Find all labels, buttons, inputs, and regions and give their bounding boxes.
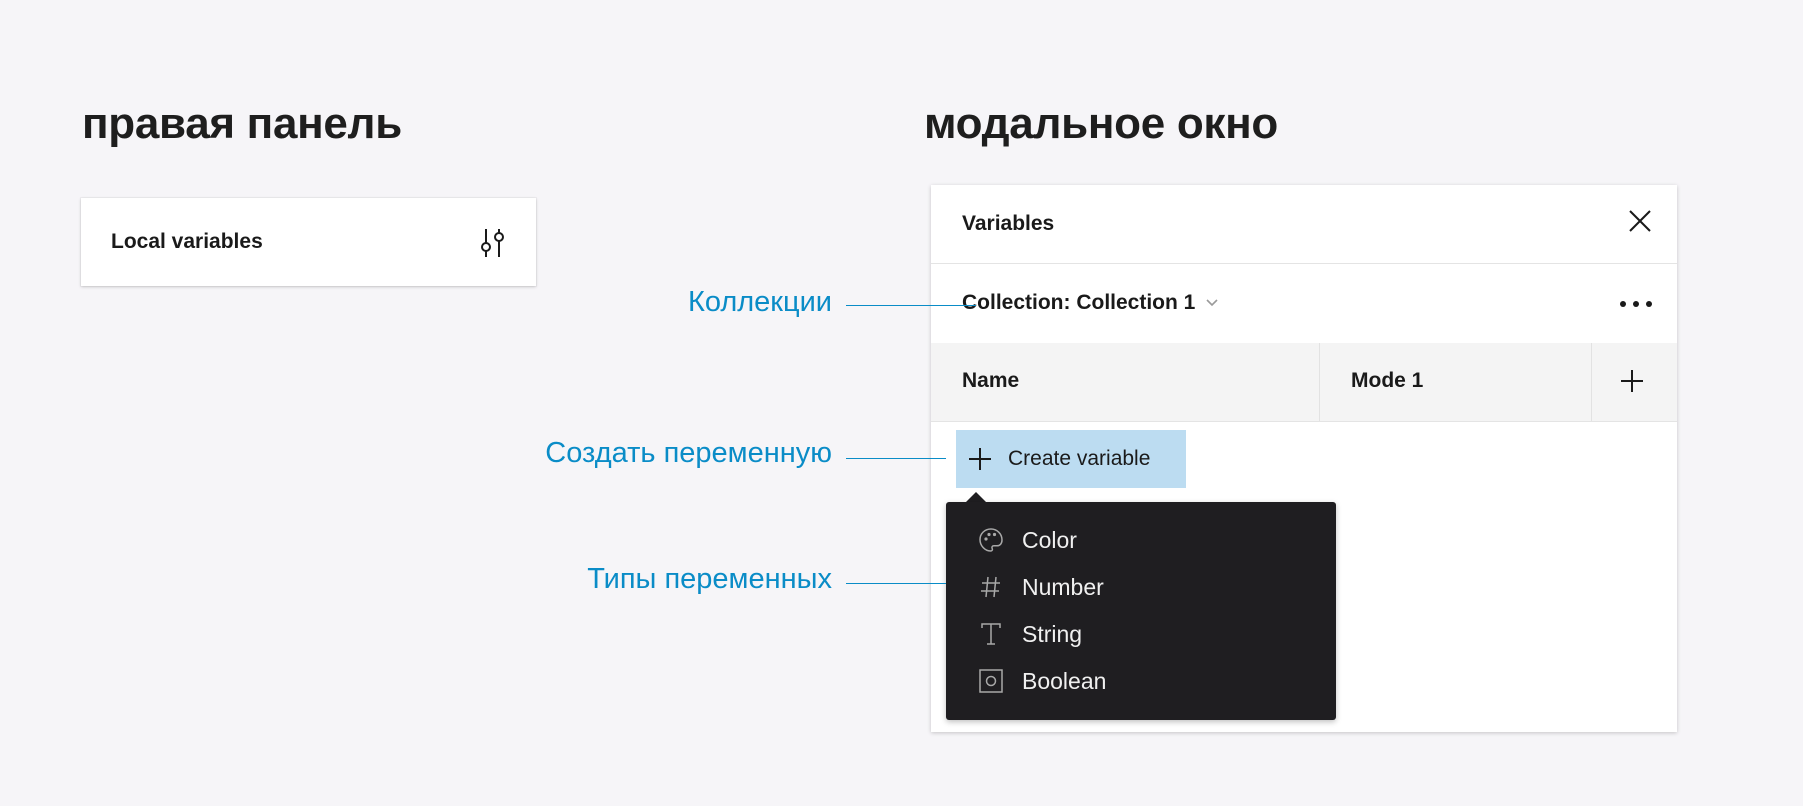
plus-icon[interactable] xyxy=(1619,368,1645,394)
collection-selector[interactable]: Collection: Collection 1 xyxy=(962,291,1219,315)
boolean-icon xyxy=(979,669,1003,693)
annotation-create: Создать переменную xyxy=(545,437,832,469)
heading-right-panel: правая панель xyxy=(82,99,402,148)
hash-icon xyxy=(981,576,1000,598)
sliders-icon[interactable] xyxy=(478,227,506,259)
column-divider xyxy=(1319,343,1320,421)
annotation-line xyxy=(846,583,946,584)
annotation-collections: Коллекции xyxy=(687,286,832,318)
menu-item-label: Number xyxy=(1022,573,1104,600)
close-icon[interactable] xyxy=(1628,209,1652,233)
column-name: Name xyxy=(962,369,1020,392)
annotation-line xyxy=(846,458,946,459)
palette-icon xyxy=(979,528,1003,552)
collection-label: Collection: Collection 1 xyxy=(962,291,1196,314)
menu-item-label: String xyxy=(1022,620,1083,647)
more-icon[interactable] xyxy=(1619,300,1653,308)
variable-type-menu: Color Number String Boolean xyxy=(946,502,1336,720)
create-variable-label: Create variable xyxy=(1008,447,1151,470)
local-variables-card[interactable]: Local variables xyxy=(81,198,536,286)
menu-item-label: Boolean xyxy=(1022,667,1107,694)
table-header: Name Mode 1 xyxy=(931,343,1677,421)
annotation-line xyxy=(846,305,976,306)
menu-item-number[interactable]: Number xyxy=(978,572,1104,602)
column-mode[interactable]: Mode 1 xyxy=(1351,369,1423,393)
chevron-down-icon xyxy=(1206,299,1218,307)
annotation-types: Типы переменных xyxy=(587,563,832,595)
plus-icon xyxy=(969,448,991,470)
divider xyxy=(931,263,1677,264)
dropdown-caret xyxy=(966,492,986,502)
menu-item-label: Color xyxy=(1022,526,1077,553)
menu-item-boolean[interactable]: Boolean xyxy=(978,666,1106,696)
menu-item-color[interactable]: Color xyxy=(978,525,1077,555)
menu-item-string[interactable]: String xyxy=(978,619,1082,649)
create-variable-button[interactable]: Create variable xyxy=(956,430,1186,488)
local-variables-label: Local variables xyxy=(111,230,263,253)
modal-title: Variables xyxy=(962,212,1055,235)
text-icon xyxy=(981,623,1001,645)
divider xyxy=(931,421,1677,422)
column-divider xyxy=(1591,343,1592,421)
heading-modal: модальное окно xyxy=(924,99,1278,148)
